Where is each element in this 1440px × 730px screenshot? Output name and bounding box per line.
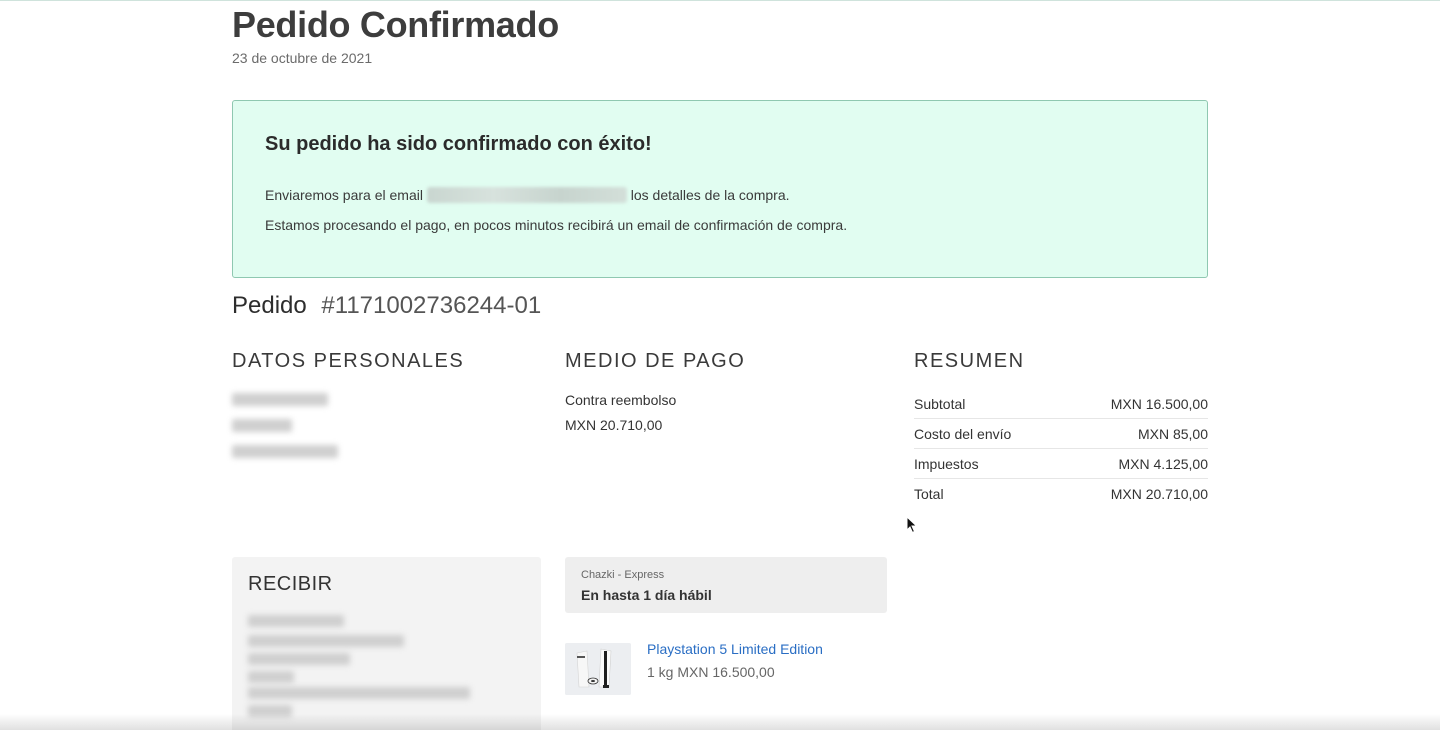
redacted-address-line xyxy=(248,671,294,683)
product-image[interactable] xyxy=(565,643,631,695)
order-number: #1171002736244-01 xyxy=(321,292,542,319)
processing-notice: Estamos procesando el pago, en pocos min… xyxy=(265,217,848,233)
summary-row-total: Total MXN 20.710,00 xyxy=(914,479,1208,509)
summary-value: MXN 4.125,00 xyxy=(1118,455,1209,472)
mouse-cursor-icon xyxy=(906,516,918,534)
redacted-address-line xyxy=(248,653,350,665)
product-name-link[interactable]: Playstation 5 Limited Edition xyxy=(647,641,823,657)
summary-value: MXN 20.710,00 xyxy=(1110,486,1208,502)
personal-data-title: DATOS PERSONALES xyxy=(232,350,465,372)
order-label: Pedido xyxy=(232,292,307,319)
shipping-info: Chazki - Express En hasta 1 día hábil xyxy=(565,557,887,613)
playstation-console-icon xyxy=(565,643,631,695)
confirmation-title: Su pedido ha sido confirmado con éxito! xyxy=(265,133,652,155)
redacted-email xyxy=(232,419,292,432)
email-notice-suffix: los detalles de la compra. xyxy=(630,187,790,203)
redacted-address-line xyxy=(248,635,404,647)
viewport-bottom-shadow xyxy=(0,714,1440,730)
summary-row-taxes: Impuestos MXN 4.125,00 xyxy=(914,449,1208,479)
redacted-phone xyxy=(232,445,338,458)
summary-row-subtotal: Subtotal MXN 16.500,00 xyxy=(914,389,1208,419)
summary-title: RESUMEN xyxy=(914,350,1025,372)
payment-method: Contra reembolso xyxy=(565,392,677,408)
email-notice-prefix: Enviaremos para el email xyxy=(265,187,423,203)
summary-label: Impuestos xyxy=(914,455,979,472)
redacted-name xyxy=(232,393,328,406)
order-heading: Pedido #1171002736244-01 xyxy=(232,292,541,320)
order-summary: Subtotal MXN 16.500,00 Costo del envío M… xyxy=(914,389,1208,509)
top-divider xyxy=(0,0,1440,1)
summary-value: MXN 85,00 xyxy=(1137,425,1208,442)
receive-title: RECIBIR xyxy=(248,573,333,595)
redacted-email: xxxxxxxxxxxxxxxxxxxxxxxxxxxx xyxy=(426,187,627,203)
summary-label: Total xyxy=(914,486,944,502)
shipping-carrier: Chazki - Express xyxy=(581,569,665,581)
order-date: 23 de octubre de 2021 xyxy=(232,50,373,66)
page-title: Pedido Confirmado xyxy=(232,4,559,45)
shipping-estimate: En hasta 1 día hábil xyxy=(581,587,712,603)
confirmation-alert: Su pedido ha sido confirmado con éxito! … xyxy=(232,100,1208,278)
product-meta: 1 kg MXN 16.500,00 xyxy=(647,664,775,680)
receive-panel: RECIBIR xyxy=(232,557,541,730)
summary-value: MXN 16.500,00 xyxy=(1110,395,1208,412)
redacted-recipient xyxy=(248,615,344,627)
summary-label: Costo del envío xyxy=(914,425,1012,442)
payment-amount: MXN 20.710,00 xyxy=(565,417,663,433)
email-notice: Enviaremos para el email xxxxxxxxxxxxxxx… xyxy=(265,187,790,203)
redacted-address-line xyxy=(248,687,470,699)
summary-row-shipping: Costo del envío MXN 85,00 xyxy=(914,419,1208,449)
summary-label: Subtotal xyxy=(914,395,966,412)
payment-method-title: MEDIO DE PAGO xyxy=(565,350,746,372)
